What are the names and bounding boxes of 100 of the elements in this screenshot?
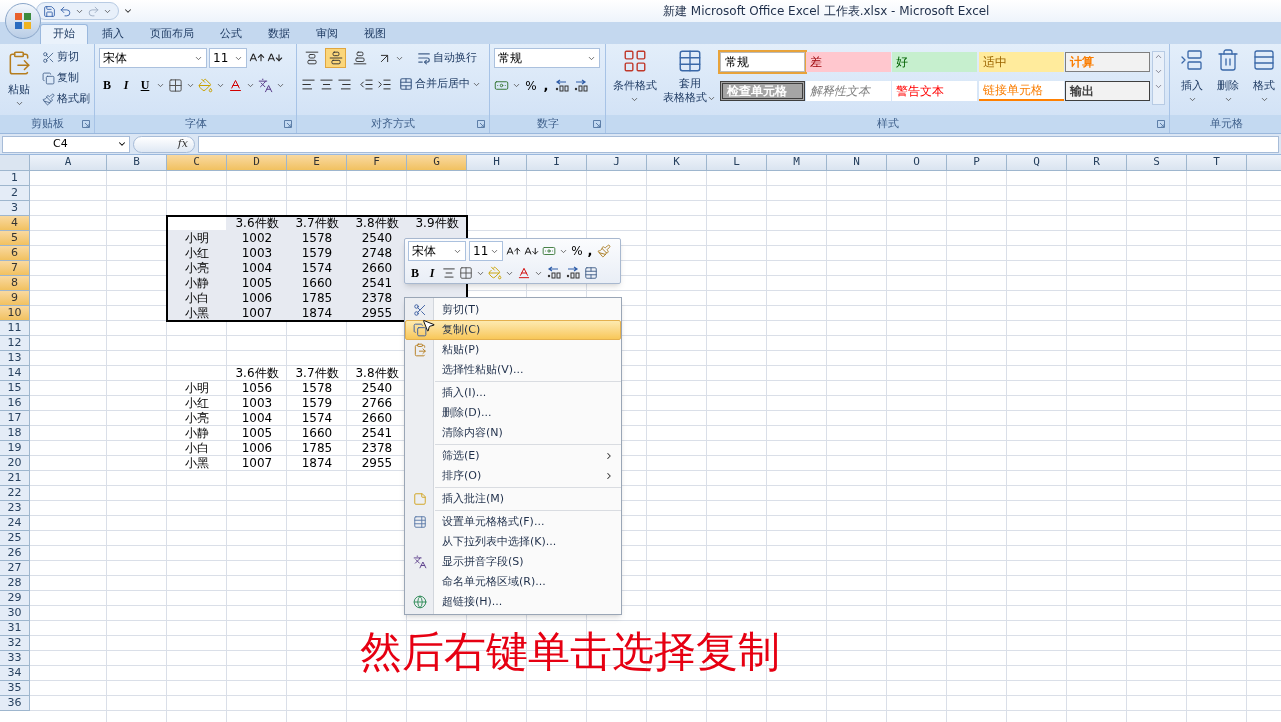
row-header[interactable]: 6 [0,246,30,261]
font-color-icon[interactable] [517,266,531,280]
row-header[interactable]: 1 [0,171,30,186]
dialog-launcher-icon[interactable] [284,120,292,128]
number-format-field[interactable]: 常规 [494,48,600,68]
column-header[interactable]: K [647,155,707,171]
column-header[interactable]: I [527,155,587,171]
column-header[interactable]: G [407,155,467,171]
menu-item[interactable]: 显示拼音字段(S) [405,552,621,572]
percent-button[interactable]: % [524,76,538,95]
row-header[interactable]: 2 [0,186,30,201]
wrap-text-button[interactable]: 自动换行 [417,49,477,67]
column-header[interactable] [1247,155,1281,171]
row-header[interactable]: 36 [0,696,30,711]
column-header[interactable]: J [587,155,647,171]
font-style-button[interactable]: B [408,264,422,282]
row-header[interactable]: 17 [0,411,30,426]
table-format-button[interactable]: 套用 表格格式 [663,48,716,105]
indent-increase-icon[interactable] [377,76,392,92]
scroll-up-icon[interactable] [1154,52,1164,61]
row-header[interactable]: 13 [0,351,30,366]
column-header[interactable]: S [1127,155,1187,171]
menu-item[interactable]: 命名单元格区域(R)... [405,572,621,592]
row-header[interactable]: 16 [0,396,30,411]
row-header[interactable]: 31 [0,621,30,636]
column-header[interactable]: F [347,155,407,171]
cells-button[interactable]: 格式 [1250,48,1278,104]
menu-item[interactable]: 设置单元格格式(F)... [405,512,621,532]
clipboard-button[interactable]: 复制 [42,69,90,88]
menu-item[interactable]: 粘贴(P) [405,340,621,360]
expand-icon[interactable] [1154,82,1164,91]
row-header[interactable]: 4 [0,216,30,231]
menu-item[interactable]: 清除内容(N) [405,423,621,443]
conditional-format-button[interactable]: 条件格式 [610,48,659,105]
font-color-icon[interactable] [228,77,243,93]
increase-decimal-icon[interactable] [546,266,562,280]
clipboard-button[interactable]: 剪切 [42,48,90,67]
column-header[interactable]: B [107,155,167,171]
column-header[interactable]: E [287,155,347,171]
ribbon-tab[interactable]: 开始 [40,24,88,44]
insert-function-button[interactable]: fx [133,135,195,153]
comma-button[interactable]: , [541,76,551,96]
customize-toolbar-icon[interactable] [123,6,133,16]
row-header[interactable]: 14 [0,366,30,381]
save-icon[interactable] [43,4,56,18]
row-header[interactable]: 3 [0,201,30,216]
ribbon-tab[interactable]: 插入 [90,24,136,44]
column-header[interactable]: C [167,155,227,171]
dialog-launcher-icon[interactable] [1157,120,1165,128]
font-style-button[interactable]: U [137,76,153,94]
menu-item[interactable]: 选择性粘贴(V)... [405,360,621,380]
menu-item[interactable]: 筛选(E) [405,446,621,466]
ribbon-tab[interactable]: 审阅 [304,24,350,44]
font-name-field[interactable]: 宋体 [408,241,466,261]
align-center-icon[interactable] [319,76,334,92]
row-header[interactable]: 21 [0,471,30,486]
row-header[interactable]: 25 [0,531,30,546]
name-box[interactable]: C4 [2,135,130,153]
row-header[interactable]: 11 [0,321,30,336]
row-header[interactable]: 15 [0,381,30,396]
merge-cells-icon[interactable] [584,266,598,280]
font-size-field[interactable]: 11 [469,241,503,261]
column-header[interactable]: M [767,155,827,171]
menu-item[interactable]: 从下拉列表中选择(K)... [405,532,621,552]
row-header[interactable]: 9 [0,291,30,306]
row-header[interactable]: 29 [0,591,30,606]
cell-style-swatch[interactable]: 适中 [978,52,1064,72]
row-header[interactable]: 35 [0,681,30,696]
menu-item[interactable]: 插入(I)... [405,383,621,403]
row-header[interactable]: 20 [0,456,30,471]
decrease-decimal-icon[interactable] [565,266,581,280]
row-header[interactable]: 26 [0,546,30,561]
column-header[interactable]: D [227,155,287,171]
column-header[interactable]: N [827,155,887,171]
cell-style-swatch[interactable]: 常规 [720,52,805,72]
formula-input[interactable] [198,135,1279,153]
cells-button[interactable]: 删除 [1214,48,1242,104]
ribbon-tab[interactable]: 页面布局 [138,24,206,44]
align-left-icon[interactable] [301,76,316,92]
currency-icon[interactable] [542,244,556,258]
row-header[interactable]: 10 [0,306,30,321]
row-header[interactable]: 12 [0,336,30,351]
ribbon-tab[interactable]: 公式 [208,24,254,44]
ribbon-tab[interactable]: 数据 [256,24,302,44]
scroll-down-icon[interactable] [1154,67,1164,76]
paint-bucket-icon[interactable] [198,77,213,93]
menu-item[interactable]: 排序(O) [405,466,621,486]
menu-item[interactable]: 剪切(T) [405,300,621,320]
comma-button[interactable]: , [586,241,594,261]
gallery-scroll-bar[interactable] [1152,51,1165,105]
row-header[interactable]: 23 [0,501,30,516]
row-header[interactable]: 34 [0,666,30,681]
ribbon-tab[interactable]: 视图 [352,24,398,44]
font-size-field[interactable]: 11 [209,48,247,68]
row-header[interactable]: 24 [0,516,30,531]
column-header[interactable]: P [947,155,1007,171]
row-header[interactable]: 19 [0,441,30,456]
dialog-launcher-icon[interactable] [593,120,601,128]
borders-icon[interactable] [459,266,473,280]
percent-button[interactable]: % [571,242,583,260]
